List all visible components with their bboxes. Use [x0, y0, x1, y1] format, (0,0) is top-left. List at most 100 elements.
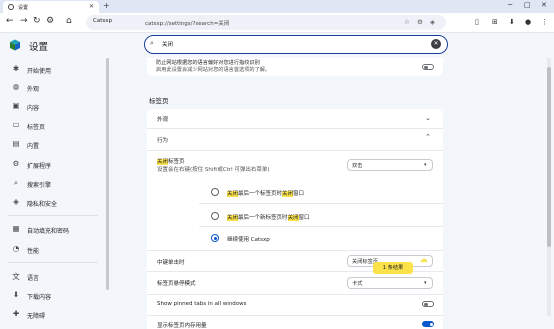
pinned-tabs-toggle[interactable] — [422, 301, 434, 307]
new-tab-icon[interactable]: + — [103, 1, 110, 10]
sidebar-item-autofill[interactable]: ▦ 自动填充和密码 — [0, 222, 106, 238]
site-chip[interactable]: Catsxp — [93, 18, 112, 24]
url-text[interactable]: catsxp://settings/?search=关闭 — [145, 19, 229, 27]
browser-toolbar: ← → ↻ ⚙ ⌂ Catsxp catsxp://settings/?sear… — [0, 13, 554, 33]
language-icon: 文 — [12, 272, 20, 281]
sidebar-item-label: 内容 — [27, 105, 40, 112]
sidebar-item-downloads[interactable]: ⬇ 下载内容 — [0, 288, 106, 304]
sidebar-item-content[interactable]: ▣ 内容 — [0, 99, 106, 115]
address-bar[interactable]: Catsxp catsxp://settings/?search=关闭 ☆ ⚙ … — [86, 15, 446, 30]
sidebar-item-languages[interactable]: 文 语言 — [0, 269, 106, 285]
profile-icon[interactable]: ● — [525, 18, 531, 26]
sidebar-item-label: 性能 — [27, 248, 40, 255]
sidebar-item-label: 搜索引擎 — [27, 182, 52, 189]
close-window-icon[interactable]: ✕ — [541, 1, 547, 9]
radio-row-close-last-newtab[interactable]: 关闭最后一个新标签页时关闭窗口 — [147, 204, 443, 226]
shield-omnibox-icon[interactable]: ◈ — [430, 18, 435, 26]
pinned-tabs-label: Show pinned tabs in all windows — [157, 301, 247, 307]
sidebar-item-label: 外观 — [27, 86, 40, 93]
hover-mode-row: 标签页悬停模式 卡式 ▾ — [147, 272, 443, 294]
fingerprint-desc: 启用此设置会减少网站对您的语言首选项的了解。 — [156, 67, 271, 73]
minimize-icon[interactable]: ─ — [508, 1, 512, 9]
fingerprint-title: 防止网站根据您的语言偏好对您进行指纹识别 — [156, 60, 260, 66]
home-icon[interactable]: ⌂ — [66, 16, 72, 26]
download-toolbar-icon[interactable]: ⬇ — [509, 18, 515, 26]
maximize-icon[interactable]: □ — [524, 1, 531, 9]
palette-icon: ◍ — [12, 82, 20, 91]
tab-settings[interactable]: 设置 ✕ — [3, 1, 99, 13]
sidebar-item-label: 扩展程序 — [27, 163, 52, 170]
sidebar-item-label: 内置 — [27, 143, 40, 150]
memory-usage-label: 显示标签页内存用量 — [157, 323, 207, 329]
sidebar-item-performance[interactable]: ◔ 性能 — [0, 242, 106, 258]
tabs-settings-card: 外观 ⌄ 行为 ⌃ 关闭标签页 设置会在右键(按住 Shift或Ctrl 可弹出… — [147, 109, 443, 329]
sidebar-item-tabs[interactable]: ▭ 标签页 — [0, 118, 106, 134]
behavior-label: 行为 — [157, 138, 169, 144]
section-title: 标签页 — [149, 97, 169, 105]
sidebar-item-appearance[interactable]: ◍ 外观 — [0, 80, 106, 96]
pinned-tabs-row: Show pinned tabs in all windows — [147, 295, 443, 315]
sidebar-item-accessibility[interactable]: ✚ 无障碍 — [0, 307, 106, 323]
settings-search-box[interactable]: ⌕ ✕ — [144, 35, 448, 54]
select-value: 双击 — [352, 163, 363, 169]
content-icon: ▣ — [12, 101, 20, 110]
hover-mode-label: 标签页悬停模式 — [157, 281, 196, 287]
sidebar-item-get-started[interactable]: ✱ 开始使用 — [0, 62, 106, 78]
catsxp-logo-icon — [10, 39, 20, 51]
back-icon[interactable]: ← — [6, 16, 14, 26]
sidebar-divider — [8, 215, 98, 216]
sidebar-item-builtin[interactable]: ▤ 内置 — [0, 137, 106, 153]
autofill-icon: ▦ — [12, 224, 20, 233]
radio-close-last-newtab[interactable] — [211, 212, 219, 220]
radio-row-keep-using[interactable]: 继续使用 Catsxp — [147, 227, 443, 249]
sidebar-item-label: 下载内容 — [27, 294, 52, 301]
chevron-down-icon: ▾ — [424, 162, 427, 168]
language-fingerprint-toggle[interactable] — [422, 64, 434, 70]
shield-icon: ◈ — [13, 197, 19, 206]
sidebar-item-search-engine[interactable]: ⌕ 搜索引擎 — [0, 176, 106, 192]
page-title: 设置 — [29, 42, 49, 53]
tab-title: 设置 — [18, 5, 29, 11]
appearance-row[interactable]: 外观 ⌄ — [147, 109, 443, 128]
clear-search-icon[interactable]: ✕ — [431, 39, 441, 49]
close-tab-icon[interactable]: ✕ — [89, 3, 94, 10]
radio-close-last-newtab-label: 关闭最后一个新标签页时关闭窗口 — [227, 215, 310, 221]
radio-keep-using[interactable] — [211, 234, 219, 242]
close-tab-select[interactable]: 双击 ▾ — [347, 159, 433, 171]
menu-icon[interactable]: ⋮ — [541, 18, 548, 26]
close-tab-row: 关闭标签页 设置会在右键(按住 Shift或Ctrl 可弹出右菜单) 双击 ▾ — [147, 151, 443, 178]
accessibility-icon: ✚ — [12, 309, 20, 318]
hover-mode-select[interactable]: 卡式 ▾ — [347, 277, 433, 289]
sidebar-item-extensions[interactable]: ⚙ 扩展程序 — [0, 157, 106, 173]
sidebar-item-label: 无障碍 — [27, 313, 46, 320]
radio-row-close-last-tab[interactable]: 关闭最后一个标签页时关闭窗口 — [147, 180, 443, 203]
close-tab-subtitle: 设置会在右键(按住 Shift或Ctrl 可弹出右菜单) — [157, 167, 270, 173]
extension-icon-omnibox[interactable]: ⚙ — [417, 18, 423, 26]
bookmark-star-icon[interactable]: ☆ — [404, 18, 410, 26]
sidebar-item-label: 标签页 — [27, 124, 46, 131]
language-fingerprint-card: 防止网站根据您的语言偏好对您进行指纹识别 启用此设置会减少网站对您的语言首选项的… — [147, 58, 443, 76]
wallet-icon[interactable]: ⊞ — [492, 18, 498, 26]
select-value: 卡式 — [352, 281, 363, 287]
content-scrollbar-thumb[interactable] — [547, 67, 551, 247]
radio-close-last-tab[interactable] — [211, 188, 219, 196]
settings-sidebar: ✱ 开始使用 ◍ 外观 ▣ 内容 ▭ 标签页 ▤ 内置 ⚙ 扩展程序 ⌕ 搜索引… — [0, 58, 106, 329]
download-icon: ⬇ — [12, 290, 20, 299]
chevron-up-icon: ⌃ — [425, 133, 431, 141]
chevron-down-icon: ⌄ — [425, 114, 431, 122]
sidebar-item-privacy[interactable]: ◈ 隐私和安全 — [0, 195, 106, 211]
sidebar-divider — [8, 262, 98, 263]
sidebar-item-label: 开始使用 — [27, 68, 52, 75]
extension-toolbar-icon[interactable]: ⚙ — [46, 16, 54, 26]
tab-strip: 设置 ✕ + ─ □ ✕ — [0, 0, 554, 13]
search-input[interactable] — [162, 40, 412, 47]
reload-icon[interactable]: ↻ — [33, 16, 41, 26]
search-icon: ⌕ — [150, 39, 154, 47]
side-panel-icon[interactable]: ▯ — [475, 18, 479, 26]
close-tab-title: 关闭标签页 — [157, 159, 185, 165]
sidebar-item-label: 自动填充和密码 — [27, 228, 70, 235]
behavior-row[interactable]: 行为 ⌃ — [147, 129, 443, 150]
forward-icon[interactable]: → — [20, 16, 28, 26]
settings-content: 防止网站根据您的语言偏好对您进行指纹识别 启用此设置会减少网站对您的语言首选项的… — [109, 58, 554, 329]
memory-usage-toggle[interactable] — [422, 321, 434, 327]
